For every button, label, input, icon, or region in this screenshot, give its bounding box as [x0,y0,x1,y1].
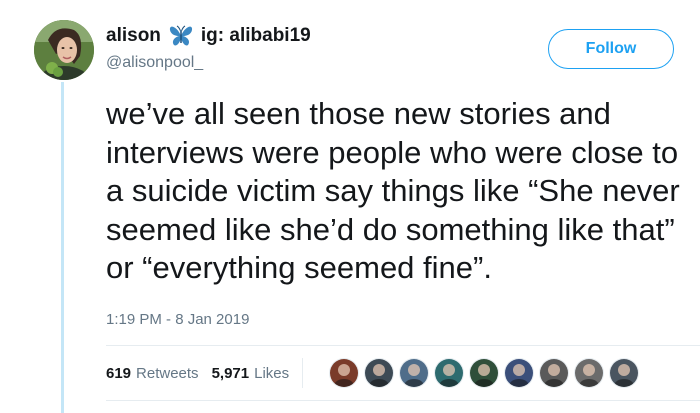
avatar[interactable] [34,20,94,80]
tweet-timestamp[interactable]: 1:19 PM - 8 Jan 2019 [106,311,249,328]
butterfly-icon [168,24,194,48]
author-bio-tag: ig: alibabi19 [200,25,311,46]
liker-avatar[interactable] [434,358,465,388]
liker-avatar[interactable] [574,358,605,388]
follow-button[interactable]: Follow [548,29,674,69]
stats-top-divider [106,345,700,346]
liker-avatar[interactable] [329,358,360,388]
retweets-stat[interactable]: 619 Retweets [106,365,199,382]
tweet-text: we’ve all seen those new stories and int… [106,96,680,285]
thread-connector-line [61,82,64,413]
liker-avatar[interactable] [399,358,430,388]
likes-stat[interactable]: 5,971 Likes [212,365,290,382]
liker-avatar[interactable] [469,358,500,388]
avatar-photo [34,20,94,80]
retweets-label: Retweets [136,364,199,382]
liker-avatar[interactable] [539,358,570,388]
liker-avatar[interactable] [504,358,535,388]
likes-count: 5,971 [211,364,250,382]
stats-bottom-divider [106,400,700,401]
retweets-count: 619 [106,364,132,382]
engagement-stats: 619 Retweets 5,971 Likes [106,358,644,388]
liker-avatar[interactable] [609,358,640,388]
author-handle[interactable]: @alisonpool_ [106,54,203,72]
stats-separator [302,358,304,388]
author-name[interactable]: alison [106,25,161,47]
liker-avatars [329,358,644,388]
liker-avatar[interactable] [364,358,395,388]
likes-label: Likes [254,364,290,382]
author-name-row[interactable]: alison ig: alibabi19 [106,22,311,50]
